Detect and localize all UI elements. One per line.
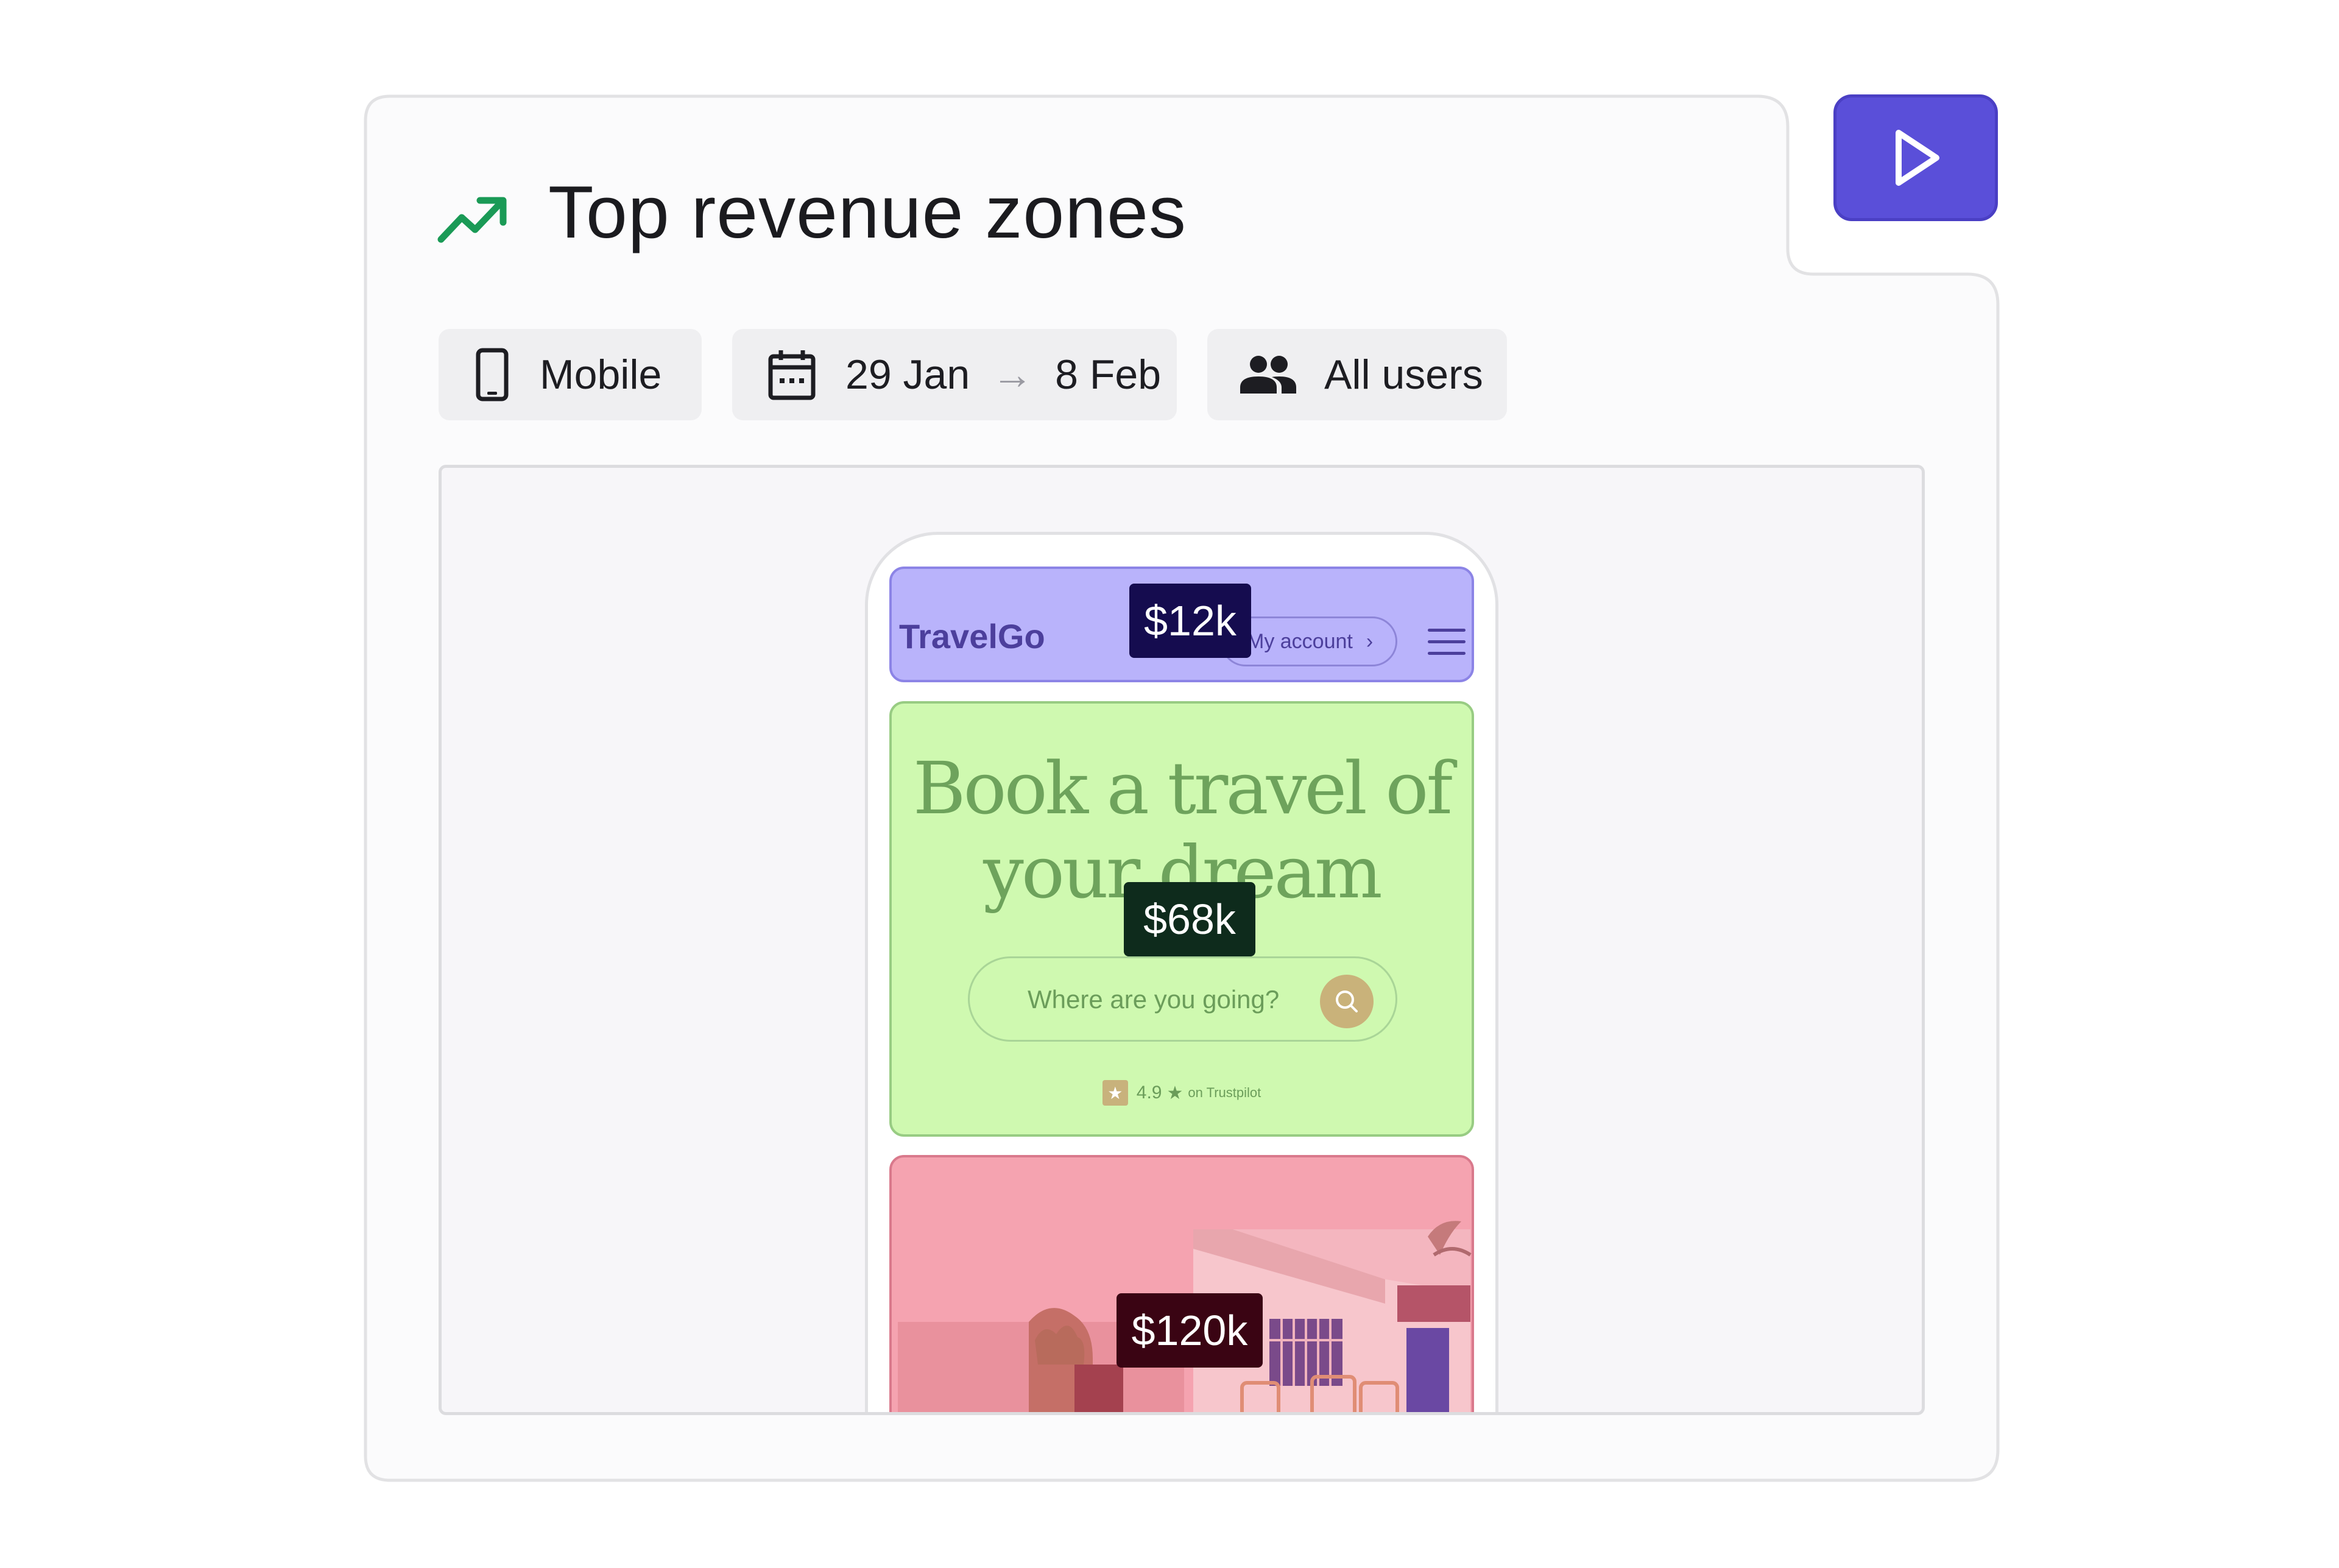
audience-filter[interactable]: All users: [1207, 329, 1507, 420]
play-icon: [1896, 130, 1939, 186]
search-placeholder: Where are you going?: [1028, 985, 1280, 1014]
my-account-label: My account: [1247, 629, 1353, 653]
zone-image[interactable]: [889, 1155, 1474, 1412]
rating-suffix: on Trustpilot: [1188, 1085, 1261, 1100]
play-button[interactable]: [1833, 94, 1998, 221]
page-title: Top revenue zones: [548, 171, 1187, 253]
heatmap-preview: TravelGo My account › Book a travel of y…: [439, 465, 1925, 1415]
rating-score: 4.9: [1136, 1082, 1162, 1103]
audience-filter-label: All users: [1324, 351, 1483, 398]
destination-search-input[interactable]: Where are you going?: [968, 956, 1397, 1042]
revenue-badge-header: $12k: [1129, 584, 1251, 658]
users-icon: [1240, 356, 1296, 394]
date-arrow: →: [992, 351, 1034, 398]
date-range-filter[interactable]: 29 Jan → 8 Feb: [732, 329, 1177, 420]
date-end: 8 Feb: [1055, 351, 1162, 398]
calendar-icon: [768, 350, 816, 400]
hotel-photo: [898, 1221, 1472, 1412]
device-filter[interactable]: Mobile: [439, 329, 702, 420]
menu-icon[interactable]: [1428, 629, 1466, 657]
date-start: 29 Jan: [845, 351, 970, 398]
revenue-badge-hero: $68k: [1124, 882, 1255, 956]
search-button[interactable]: [1320, 975, 1374, 1028]
trending-up-icon: [437, 197, 507, 243]
search-icon: [1336, 991, 1358, 1012]
star-icon: ★: [1166, 1082, 1184, 1103]
site-brand: TravelGo: [899, 617, 1045, 655]
revenue-badge-image: $120k: [1117, 1293, 1263, 1368]
mobile-phone-icon: [476, 348, 509, 401]
trustpilot-rating: ★ 4.9 ★ on Trustpilot: [892, 1080, 1472, 1106]
trustpilot-icon: ★: [1102, 1080, 1128, 1106]
device-filter-label: Mobile: [540, 351, 662, 398]
chevron-right-icon: ›: [1366, 629, 1374, 653]
